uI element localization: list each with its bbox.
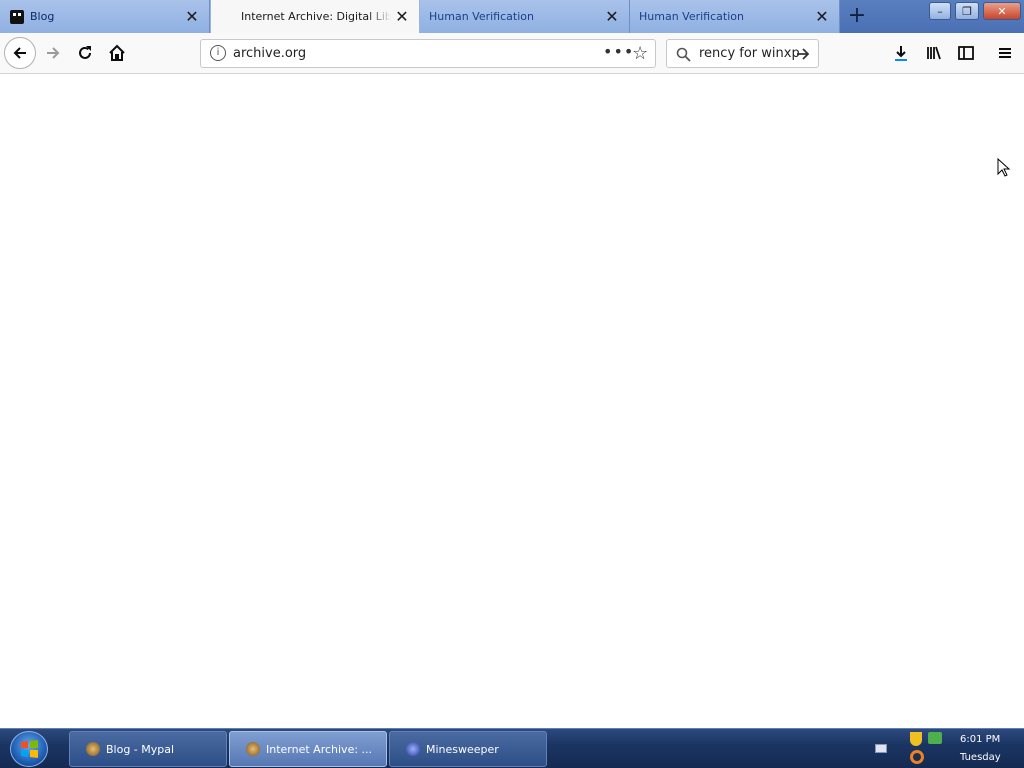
tab-title: Internet Archive: Digital Library — [241, 10, 391, 23]
close-icon[interactable]: ✕ — [391, 6, 413, 28]
tab-blog[interactable]: Blog ✕ — [0, 0, 210, 33]
taskbar-item-internet-archive[interactable]: Internet Archive: ... — [229, 731, 387, 767]
search-bar[interactable]: rency for winxp — [666, 39, 819, 68]
search-tray-icon[interactable] — [910, 750, 924, 764]
search-icon — [676, 47, 691, 62]
downloads-icon[interactable] — [886, 38, 916, 68]
tab-strip: Blog ✕ Internet Archive: Digital Library… — [0, 0, 1024, 33]
back-arrow-icon[interactable] — [4, 37, 36, 69]
minesweeper-icon — [406, 742, 420, 756]
url-text[interactable]: archive.org — [233, 46, 306, 61]
tab-human-verification-1[interactable]: Human Verification ✕ — [420, 0, 630, 33]
new-tab-plus-icon[interactable]: + — [845, 5, 869, 27]
close-icon[interactable]: ✕ — [181, 6, 203, 28]
forward-arrow-icon[interactable] — [38, 38, 68, 68]
tab-internet-archive[interactable]: Internet Archive: Digital Library ✕ — [210, 0, 420, 33]
tab-title: Blog — [30, 10, 55, 23]
security-shield-icon[interactable] — [910, 732, 922, 746]
window-close-button[interactable]: ✕ — [983, 2, 1021, 20]
blog-favicon-icon — [10, 9, 24, 24]
restore-button[interactable]: ❐ — [955, 2, 979, 20]
taskbar: Blog - Mypal Internet Archive: ... Mines… — [0, 728, 1024, 768]
sidebar-icon[interactable] — [951, 38, 981, 68]
task-label: Internet Archive: ... — [266, 742, 373, 756]
clock-time[interactable]: 6:01 PM — [960, 734, 1000, 745]
bookmark-star-icon[interactable]: ☆ — [632, 43, 648, 64]
page-actions-icon[interactable]: ••• — [603, 42, 634, 61]
mypal-icon — [86, 742, 100, 756]
network-icon[interactable] — [928, 732, 942, 744]
info-icon[interactable]: i — [210, 45, 226, 61]
reload-icon[interactable] — [70, 38, 100, 68]
minimize-button[interactable]: – — [929, 2, 951, 20]
taskbar-item-blog[interactable]: Blog - Mypal — [69, 731, 227, 767]
close-icon[interactable]: ✕ — [601, 6, 623, 28]
menu-hamburger-icon[interactable] — [990, 38, 1020, 68]
search-input[interactable]: rency for winxp — [699, 46, 800, 61]
tab-human-verification-2[interactable]: Human Verification ✕ — [630, 0, 840, 33]
navigation-toolbar: i archive.org ••• ☆ rency for winxp — [0, 33, 1024, 74]
tab-title: Human Verification — [639, 10, 744, 23]
task-label: Blog - Mypal — [106, 742, 175, 756]
close-icon[interactable]: ✕ — [811, 6, 833, 28]
start-button[interactable] — [10, 731, 48, 767]
keyboard-icon[interactable] — [875, 744, 887, 753]
search-go-arrow-icon[interactable] — [795, 46, 811, 62]
tab-title: Human Verification — [429, 10, 534, 23]
home-icon[interactable] — [102, 38, 132, 68]
library-icon[interactable] — [919, 38, 949, 68]
mouse-cursor-icon — [997, 158, 1011, 177]
url-bar[interactable]: i archive.org ••• ☆ — [200, 39, 656, 68]
clock-day[interactable]: Tuesday — [960, 752, 1001, 763]
task-label: Minesweeper — [426, 742, 499, 756]
windows-logo-icon — [21, 740, 38, 758]
page-content[interactable] — [0, 74, 1024, 728]
taskbar-item-minesweeper[interactable]: Minesweeper — [389, 731, 547, 767]
mypal-icon — [246, 742, 260, 756]
